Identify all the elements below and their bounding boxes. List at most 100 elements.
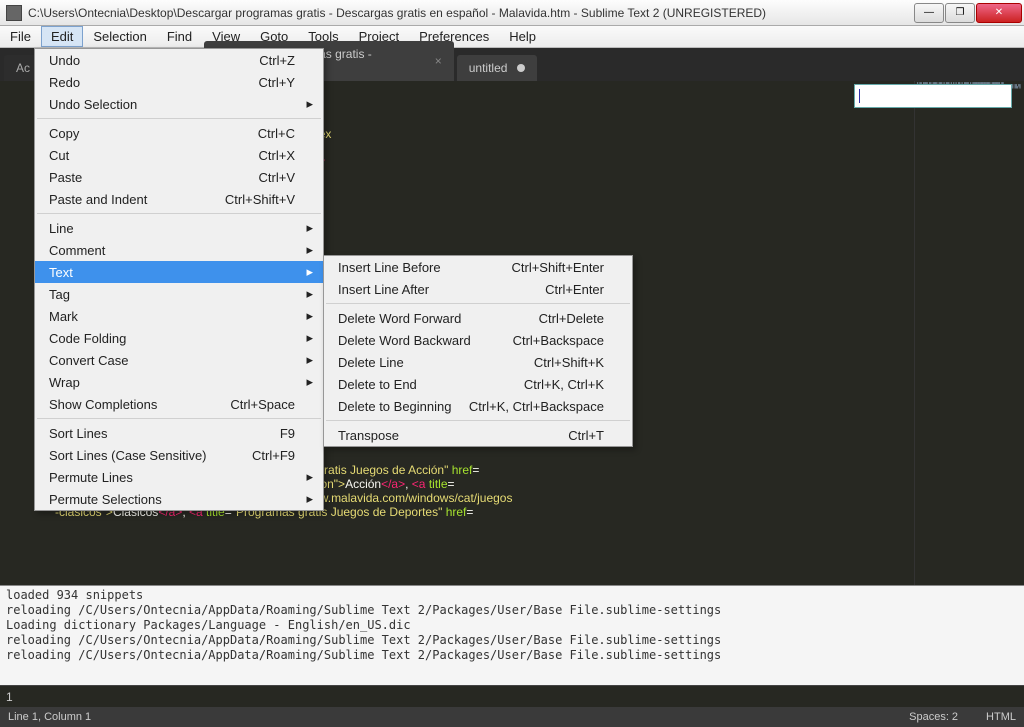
menu-item-label: Cut bbox=[49, 148, 69, 163]
menu-item-label: Undo bbox=[49, 53, 80, 68]
modified-dot-icon bbox=[517, 64, 525, 72]
menu-item-label: Insert Line Before bbox=[338, 260, 441, 275]
window-title: C:\Users\Ontecnia\Desktop\Descargar prog… bbox=[28, 6, 914, 20]
close-icon[interactable]: × bbox=[435, 54, 442, 68]
submenu-arrow-icon: ▸ bbox=[306, 96, 313, 112]
submenu-arrow-icon: ▸ bbox=[306, 308, 313, 324]
submenu-arrow-icon: ▸ bbox=[306, 352, 313, 368]
menu-item-accel: Ctrl+X bbox=[259, 148, 295, 163]
status-cursor-pos[interactable]: Line 1, Column 1 bbox=[8, 711, 91, 723]
menu-item-permute-selections[interactable]: Permute Selections▸ bbox=[35, 488, 323, 510]
menu-item-line[interactable]: Line▸ bbox=[35, 217, 323, 239]
menu-item-accel: Ctrl+Backspace bbox=[513, 333, 604, 348]
menu-item-paste[interactable]: Paste Ctrl+V bbox=[35, 166, 323, 188]
menu-item-code-folding[interactable]: Code Folding▸ bbox=[35, 327, 323, 349]
tab-label: untitled bbox=[469, 61, 508, 75]
menu-item-undo[interactable]: Undo Ctrl+Z bbox=[35, 49, 323, 71]
menu-item-accel: F9 bbox=[280, 426, 295, 441]
menu-help[interactable]: Help bbox=[499, 26, 546, 47]
menu-item-label: Paste bbox=[49, 170, 82, 185]
tab-label: Ac bbox=[16, 61, 30, 75]
menu-item-wrap[interactable]: Wrap▸ bbox=[35, 371, 323, 393]
status-bar: Line 1, Column 1 Spaces: 2 HTML bbox=[0, 707, 1024, 727]
menu-item-delete-to-end[interactable]: Delete to EndCtrl+K, Ctrl+K bbox=[324, 373, 632, 395]
menu-item-accel: Ctrl+K, Ctrl+Backspace bbox=[469, 399, 604, 414]
menu-item-accel: Ctrl+Shift+K bbox=[534, 355, 604, 370]
menu-selection[interactable]: Selection bbox=[83, 26, 156, 47]
menu-item-label: Convert Case bbox=[49, 353, 128, 368]
menu-item-show-completions[interactable]: Show Completions Ctrl+Space bbox=[35, 393, 323, 415]
menu-separator bbox=[326, 420, 630, 421]
status-syntax[interactable]: HTML bbox=[986, 711, 1016, 723]
window-titlebar: C:\Users\Ontecnia\Desktop\Descargar prog… bbox=[0, 0, 1024, 26]
menu-item-label: Undo Selection bbox=[49, 97, 137, 112]
menu-item-tag[interactable]: Tag ▸ bbox=[35, 283, 323, 305]
menu-item-label: Sort Lines (Case Sensitive) bbox=[49, 448, 207, 463]
menu-item-label: Code Folding bbox=[49, 331, 126, 346]
find-input[interactable] bbox=[854, 84, 1012, 108]
menu-item-label: Sort Lines bbox=[49, 426, 108, 441]
menu-item-label: Text bbox=[49, 265, 73, 280]
submenu-arrow-icon: ▸ bbox=[306, 469, 313, 485]
menu-item-delete-line[interactable]: Delete Line Ctrl+Shift+K bbox=[324, 351, 632, 373]
menu-item-accel: Ctrl+Shift+Enter bbox=[512, 260, 605, 275]
menu-item-label: Redo bbox=[49, 75, 80, 90]
console-panel[interactable]: loaded 934 snippets reloading /C/Users/O… bbox=[0, 585, 1024, 685]
menu-item-label: Insert Line After bbox=[338, 282, 429, 297]
menu-item-accel: Ctrl+T bbox=[568, 428, 604, 443]
maximize-button[interactable]: ❐ bbox=[945, 3, 975, 23]
submenu-arrow-icon: ▸ bbox=[306, 220, 313, 236]
menu-item-accel: Ctrl+K, Ctrl+K bbox=[524, 377, 604, 392]
menu-item-label: Transpose bbox=[338, 428, 399, 443]
submenu-arrow-icon: ▸ bbox=[306, 286, 313, 302]
menu-item-delete-word-backward[interactable]: Delete Word Backward Ctrl+Backspace bbox=[324, 329, 632, 351]
submenu-arrow-icon: ▸ bbox=[306, 242, 313, 258]
minimize-button[interactable]: — bbox=[914, 3, 944, 23]
menu-item-accel: Ctrl+C bbox=[258, 126, 295, 141]
menu-item-insert-line-after[interactable]: Insert Line AfterCtrl+Enter bbox=[324, 278, 632, 300]
tab[interactable]: untitled bbox=[457, 55, 538, 81]
menu-item-text[interactable]: Text ▸ bbox=[35, 261, 323, 283]
menu-item-label: Delete Word Backward bbox=[338, 333, 471, 348]
menu-item-label: Mark bbox=[49, 309, 78, 324]
menu-item-label: Delete Word Forward bbox=[338, 311, 461, 326]
menu-file[interactable]: File bbox=[0, 26, 41, 47]
menu-item-label: Tag bbox=[49, 287, 70, 302]
menu-find[interactable]: Find bbox=[157, 26, 202, 47]
menu-edit[interactable]: Edit bbox=[41, 26, 83, 47]
text-cursor bbox=[859, 89, 860, 103]
menu-item-transpose[interactable]: Transpose Ctrl+T bbox=[324, 424, 632, 446]
app-icon bbox=[6, 5, 22, 21]
menu-item-mark[interactable]: Mark ▸ bbox=[35, 305, 323, 327]
menu-item-accel: Ctrl+Space bbox=[230, 397, 295, 412]
menu-item-cut[interactable]: Cut Ctrl+X bbox=[35, 144, 323, 166]
menu-item-comment[interactable]: Comment ▸ bbox=[35, 239, 323, 261]
menu-separator bbox=[326, 303, 630, 304]
menu-item-delete-word-forward[interactable]: Delete Word Forward Ctrl+Delete bbox=[324, 307, 632, 329]
menu-item-insert-line-before[interactable]: Insert Line Before Ctrl+Shift+Enter bbox=[324, 256, 632, 278]
menu-item-sort-lines-case-sensitive-[interactable]: Sort Lines (Case Sensitive)Ctrl+F9 bbox=[35, 444, 323, 466]
menu-item-delete-to-beginning[interactable]: Delete to BeginningCtrl+K, Ctrl+Backspac… bbox=[324, 395, 632, 417]
menu-item-redo[interactable]: RedoCtrl+Y bbox=[35, 71, 323, 93]
window-controls: — ❐ ✕ bbox=[914, 3, 1022, 23]
menu-item-copy[interactable]: CopyCtrl+C bbox=[35, 122, 323, 144]
menu-item-accel: Ctrl+Delete bbox=[539, 311, 604, 326]
menu-separator bbox=[37, 213, 321, 214]
menu-item-accel: Ctrl+V bbox=[259, 170, 295, 185]
submenu-arrow-icon: ▸ bbox=[306, 374, 313, 390]
command-input[interactable]: 1 bbox=[0, 685, 1024, 707]
submenu-arrow-icon: ▸ bbox=[306, 264, 313, 280]
command-text: 1 bbox=[6, 690, 13, 704]
status-spaces[interactable]: Spaces: 2 bbox=[909, 711, 958, 723]
menu-item-permute-lines[interactable]: Permute Lines▸ bbox=[35, 466, 323, 488]
menu-item-accel: Ctrl+Z bbox=[259, 53, 295, 68]
menu-item-label: Delete Line bbox=[338, 355, 404, 370]
menu-item-sort-lines[interactable]: Sort Lines F9 bbox=[35, 422, 323, 444]
menu-item-label: Comment bbox=[49, 243, 105, 258]
menu-item-label: Show Completions bbox=[49, 397, 157, 412]
menu-item-convert-case[interactable]: Convert Case ▸ bbox=[35, 349, 323, 371]
menu-item-paste-and-indent[interactable]: Paste and IndentCtrl+Shift+V bbox=[35, 188, 323, 210]
minimap[interactable]: █ ██ ████ ██ ████ ███ █ ███ █ █ █ ██ █ █… bbox=[914, 81, 1024, 585]
menu-item-undo-selection[interactable]: Undo Selection ▸ bbox=[35, 93, 323, 115]
close-button[interactable]: ✕ bbox=[976, 3, 1022, 23]
